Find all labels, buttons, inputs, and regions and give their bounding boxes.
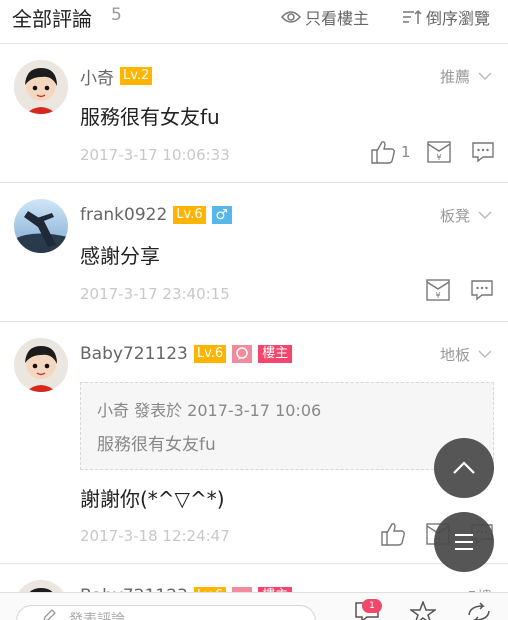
bottom-comment-bar: 發表評論 1 bbox=[0, 592, 508, 620]
reward-envelope-icon: ¥ bbox=[426, 141, 451, 163]
user-info: frank0922 Lv.6 ♂ bbox=[80, 203, 238, 227]
owner-badge: 樓主 bbox=[258, 345, 293, 363]
comment-input-placeholder: 發表評論 bbox=[69, 612, 125, 620]
avatar[interactable] bbox=[14, 199, 68, 253]
comment-input[interactable]: 發表評論 bbox=[16, 605, 316, 620]
user-info: Baby721123 Lv.6 樓主 bbox=[80, 342, 293, 366]
comment-content: 服務很有女友fu bbox=[80, 105, 220, 129]
reverse-order-label: 倒序瀏覽 bbox=[426, 9, 491, 28]
comment-content: 謝謝你(*^▽^*) bbox=[80, 487, 225, 511]
level-badge: Lv.6 bbox=[193, 345, 227, 363]
only-owner-button[interactable]: 只看樓主 bbox=[281, 5, 369, 29]
user-info: 小奇 Lv.2 bbox=[80, 64, 158, 89]
comment-item: 小奇 Lv.2 推薦 服務很有女友fu 2017-3-17 10:06:33 1… bbox=[0, 44, 508, 183]
like-count: 1 bbox=[401, 143, 411, 161]
reward-button[interactable]: ¥ bbox=[426, 279, 450, 301]
notification-badge: 1 bbox=[362, 599, 382, 613]
like-button[interactable]: 1 bbox=[370, 140, 411, 164]
menu-icon bbox=[455, 534, 473, 550]
reward-envelope-icon: ¥ bbox=[426, 279, 450, 301]
star-icon bbox=[408, 599, 438, 620]
quoted-comment[interactable]: 小奇 發表於 2017-3-17 10:06 服務很有女友fu bbox=[80, 382, 494, 470]
svg-text:¥: ¥ bbox=[436, 153, 441, 162]
comments-header: 全部評論 5 只看樓主 倒序瀏覽 bbox=[0, 0, 508, 44]
photo-avatar-icon bbox=[14, 199, 68, 253]
male-gender-icon: ♂ bbox=[211, 206, 232, 224]
pencil-icon bbox=[43, 609, 56, 620]
comments-count: 5 bbox=[111, 5, 122, 25]
comment-bubble-icon bbox=[471, 280, 493, 301]
share-button[interactable] bbox=[466, 601, 492, 620]
scroll-to-top-button[interactable] bbox=[434, 438, 494, 498]
like-button[interactable] bbox=[380, 522, 406, 546]
reverse-order-button[interactable]: 倒序瀏覽 bbox=[402, 5, 490, 29]
comment-actions: 1 ¥ bbox=[370, 140, 495, 164]
comment-time: 2017-3-17 23:40:15 bbox=[80, 285, 230, 303]
thumbs-up-icon bbox=[381, 523, 405, 546]
eye-icon bbox=[281, 11, 301, 23]
comment-item: frank0922 Lv.6 ♂ 板凳 感謝分享 2017-3-17 23:40… bbox=[0, 183, 508, 322]
chevron-up-icon bbox=[453, 461, 475, 474]
cartoon-avatar-icon bbox=[14, 60, 68, 114]
floor-label[interactable]: 地板 bbox=[440, 344, 492, 365]
chevron-down-icon bbox=[478, 211, 492, 220]
username[interactable]: 小奇 bbox=[80, 64, 114, 89]
reward-button[interactable]: ¥ bbox=[426, 141, 451, 163]
comment-item: Baby721123 Lv.6 樓主 地板 小奇 發表於 2017-3-17 1… bbox=[0, 322, 508, 564]
comment-time: 2017-3-17 10:06:33 bbox=[80, 146, 230, 164]
level-badge: Lv.6 bbox=[173, 206, 206, 224]
sort-icon bbox=[403, 9, 422, 24]
chevron-down-icon bbox=[478, 72, 492, 81]
comment-content: 感謝分享 bbox=[80, 244, 160, 268]
level-badge: Lv.2 bbox=[120, 67, 153, 85]
quote-meta: 小奇 發表於 2017-3-17 10:06 bbox=[97, 401, 322, 420]
reply-button[interactable] bbox=[470, 279, 494, 301]
username[interactable]: frank0922 bbox=[80, 205, 167, 225]
avatar[interactable] bbox=[14, 60, 68, 114]
share-icon bbox=[468, 602, 490, 620]
chat-badge-icon bbox=[232, 345, 253, 363]
comment-time: 2017-3-18 12:24:47 bbox=[80, 527, 230, 545]
username[interactable]: Baby721123 bbox=[80, 344, 188, 364]
favorite-button[interactable] bbox=[408, 599, 438, 620]
comment-bubble-icon bbox=[471, 142, 494, 163]
svg-text:¥: ¥ bbox=[435, 291, 440, 300]
comment-actions: ¥ bbox=[426, 279, 494, 301]
cartoon-avatar-icon bbox=[14, 338, 68, 392]
floor-text: 地板 bbox=[439, 346, 470, 364]
quote-text: 服務很有女友fu bbox=[97, 435, 216, 455]
comments-title: 全部評論 bbox=[12, 7, 92, 31]
floor-text: 推薦 bbox=[439, 68, 470, 86]
avatar[interactable] bbox=[14, 338, 68, 392]
chevron-down-icon bbox=[478, 350, 492, 359]
only-owner-label: 只看樓主 bbox=[305, 9, 370, 28]
floor-label[interactable]: 推薦 bbox=[440, 66, 492, 87]
floor-text: 板凳 bbox=[439, 207, 470, 225]
thumbs-up-icon bbox=[371, 141, 395, 164]
menu-button[interactable] bbox=[434, 512, 494, 572]
floor-label[interactable]: 板凳 bbox=[440, 205, 492, 226]
reply-button[interactable] bbox=[471, 141, 495, 163]
